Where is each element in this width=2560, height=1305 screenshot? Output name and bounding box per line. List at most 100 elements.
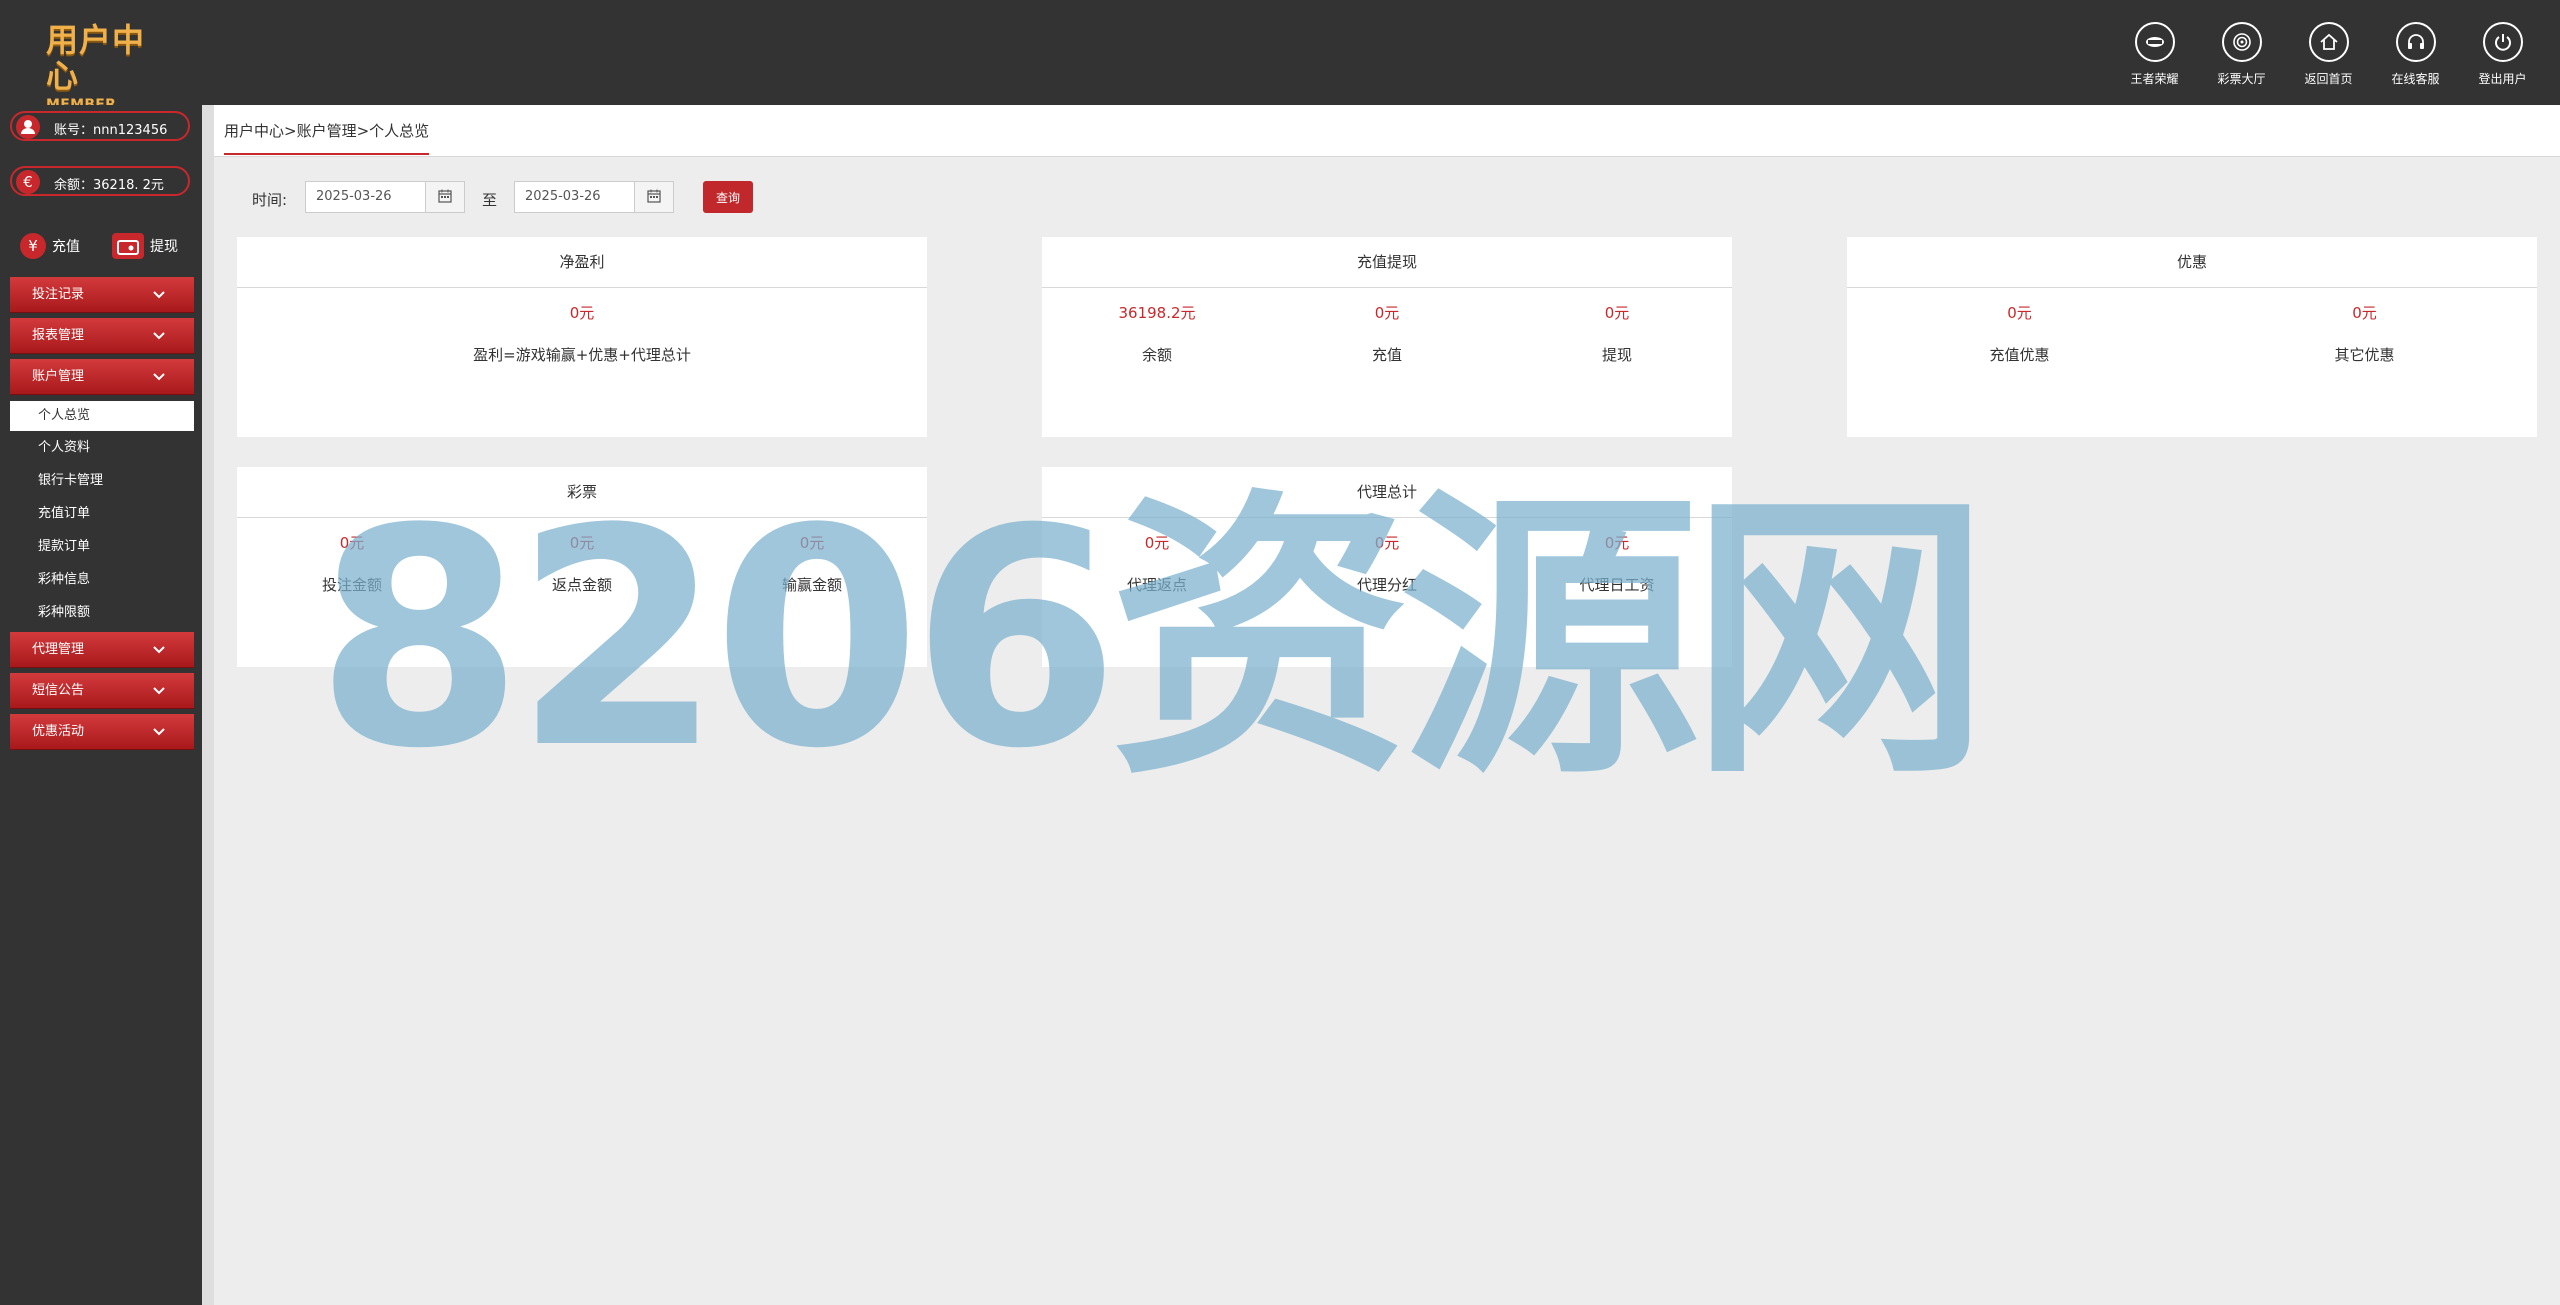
agent-daily-wage-amount: 0元 (1604, 534, 1630, 552)
win-loss-amount: 0元 (799, 534, 825, 552)
chevron-down-icon (153, 728, 165, 736)
account-value: nnn123456 (93, 123, 168, 138)
withdraw-amount-label: 提现 (1601, 346, 1632, 364)
honor-of-kings-icon (2134, 22, 2175, 62)
rebate-amount-label: 返点金额 (551, 576, 612, 594)
card-cell: 0元 投注金额 (237, 518, 467, 595)
card-row: 0元 盈利=游戏输赢+优惠+代理总计 (237, 288, 927, 365)
nav-lottery-hall[interactable]: 彩票大厅 (2198, 22, 2285, 87)
sidebar-item-withdraw-orders[interactable]: 提款订单 (10, 532, 194, 562)
recharge-bonus-amount: 0元 (2007, 304, 2032, 322)
start-date-value: 2025-03-26 (316, 189, 392, 204)
card-cell: 0元 充值 (1272, 288, 1502, 365)
agent-total-card: 代理总计 0元 代理返点 0元 代理分红 0元 代理日工资 (1042, 467, 1732, 667)
sub-label: 个人资料 (38, 440, 91, 455)
rebate-amount: 0元 (569, 534, 595, 552)
to-label: 至 (482, 191, 498, 209)
nav-customer-service[interactable]: 在线客服 (2372, 22, 2459, 87)
agent-daily-wage-label: 代理日工资 (1579, 576, 1655, 594)
card-title: 优惠 (1847, 237, 2537, 288)
query-button[interactable]: 查询 (703, 181, 753, 213)
menu-label: 短信公告 (32, 683, 85, 698)
end-date-input[interactable]: 2025-03-26 (514, 181, 674, 213)
euro-coin-icon: € (16, 170, 40, 194)
account-pill: 账号：nnn123456 (10, 111, 190, 141)
breadcrumb[interactable]: 用户中心>账户管理>个人总览 (224, 120, 430, 155)
menu-account-management[interactable]: 账户管理 (10, 359, 194, 395)
withdraw-button[interactable]: 提现 (112, 233, 178, 263)
chevron-down-icon (153, 291, 165, 299)
card-row: 0元 投注金额 0元 返点金额 0元 输赢金额 (237, 518, 927, 595)
card-title: 彩票 (237, 467, 927, 518)
menu-label: 优惠活动 (32, 724, 85, 739)
recharge-button[interactable]: ¥ 充值 (20, 233, 80, 263)
balance-amount-label: 余额 (1141, 346, 1172, 364)
nav-logout[interactable]: 登出用户 (2459, 22, 2546, 87)
nav-label: 登出用户 (2478, 72, 2527, 86)
sidebar-item-personal-overview[interactable]: 个人总览 (10, 401, 194, 431)
menu-agent-management[interactable]: 代理管理 (10, 632, 194, 668)
card-cell: 0元 其它优惠 (2192, 288, 2537, 365)
net-profit-card: 净盈利 0元 盈利=游戏输赢+优惠+代理总计 (237, 237, 927, 437)
card-title: 代理总计 (1042, 467, 1732, 518)
menu-bet-records[interactable]: 投注记录 (10, 277, 194, 313)
sidebar-item-lottery-info[interactable]: 彩种信息 (10, 565, 194, 595)
content-divider (202, 105, 214, 1305)
sub-label: 银行卡管理 (38, 473, 104, 488)
lottery-hall-icon (2221, 22, 2262, 62)
card-cell: 0元 充值优惠 (1847, 288, 2192, 365)
card-cell: 0元 输赢金额 (697, 518, 927, 595)
nav-label: 返回首页 (2304, 72, 2353, 86)
agent-dividend-amount: 0元 (1374, 534, 1400, 552)
calendar-icon[interactable] (425, 182, 464, 212)
account-text: 账号：nnn123456 (54, 119, 167, 138)
bet-amount-label: 投注金额 (321, 576, 382, 594)
member-center-logo[interactable]: 用户中心 MEMBER CENTER (46, 22, 176, 135)
card-title: 净盈利 (237, 237, 927, 288)
sidebar-item-bank-cards[interactable]: 银行卡管理 (10, 466, 194, 496)
sidebar-item-recharge-orders[interactable]: 充值订单 (10, 499, 194, 529)
balance-label: 余额： (54, 178, 94, 193)
sidebar-item-lottery-limits[interactable]: 彩种限额 (10, 598, 194, 628)
sub-label: 彩种限额 (38, 605, 91, 620)
main-content: 用户中心>账户管理>个人总览 时间: 2025-03-26 至 2025-03-… (202, 105, 2560, 1305)
power-icon (2482, 22, 2523, 62)
tab-bar: 用户中心>账户管理>个人总览 (214, 105, 2560, 157)
card-title: 充值提现 (1042, 237, 1732, 288)
calendar-icon[interactable] (634, 182, 673, 212)
top-nav: 王者荣耀 彩票大厅 返回首页 在线客服 登出用户 (2111, 22, 2546, 87)
bet-amount: 0元 (339, 534, 365, 552)
lottery-card: 彩票 0元 投注金额 0元 返点金额 0元 输赢金额 (237, 467, 927, 667)
menu-label: 账户管理 (32, 369, 85, 384)
withdraw-amount: 0元 (1604, 304, 1630, 322)
sub-label: 彩种信息 (38, 572, 91, 587)
menu-report-management[interactable]: 报表管理 (10, 318, 194, 354)
nav-label: 彩票大厅 (2217, 72, 2266, 86)
nav-honor-of-kings[interactable]: 王者荣耀 (2111, 22, 2198, 87)
card-row: 0元 充值优惠 0元 其它优惠 (1847, 288, 2537, 365)
balance-pill: € 余额：36218. 2元 (10, 166, 190, 196)
start-date-input[interactable]: 2025-03-26 (305, 181, 465, 213)
menu-sms-announcements[interactable]: 短信公告 (10, 673, 194, 709)
agent-rebate-amount: 0元 (1144, 534, 1170, 552)
menu-label: 投注记录 (32, 287, 85, 302)
nav-home[interactable]: 返回首页 (2285, 22, 2372, 87)
sidebar-item-personal-info[interactable]: 个人资料 (10, 433, 194, 463)
card-cell: 0元 代理返点 (1042, 518, 1272, 595)
card-row: 0元 代理返点 0元 代理分红 0元 代理日工资 (1042, 518, 1732, 595)
chevron-down-icon (153, 646, 165, 654)
menu-promotions[interactable]: 优惠活动 (10, 714, 194, 750)
agent-dividend-label: 代理分红 (1356, 576, 1417, 594)
chevron-down-icon (153, 373, 165, 381)
nav-label: 王者荣耀 (2130, 72, 2179, 86)
card-cell: 0元 盈利=游戏输赢+优惠+代理总计 (237, 288, 927, 365)
account-label: 账号： (54, 123, 94, 138)
promotion-card: 优惠 0元 充值优惠 0元 其它优惠 (1847, 237, 2537, 437)
recharge-bonus-label: 充值优惠 (1989, 346, 2050, 364)
sub-label: 充值订单 (38, 506, 91, 521)
chevron-down-icon (153, 687, 165, 695)
card-cell: 0元 代理分红 (1272, 518, 1502, 595)
recharge-amount: 0元 (1374, 304, 1400, 322)
top-header: 用户中心 MEMBER CENTER 王者荣耀 彩票大厅 返回首页 在线客服 (0, 0, 2560, 135)
net-profit-value: 0元 (569, 304, 595, 322)
